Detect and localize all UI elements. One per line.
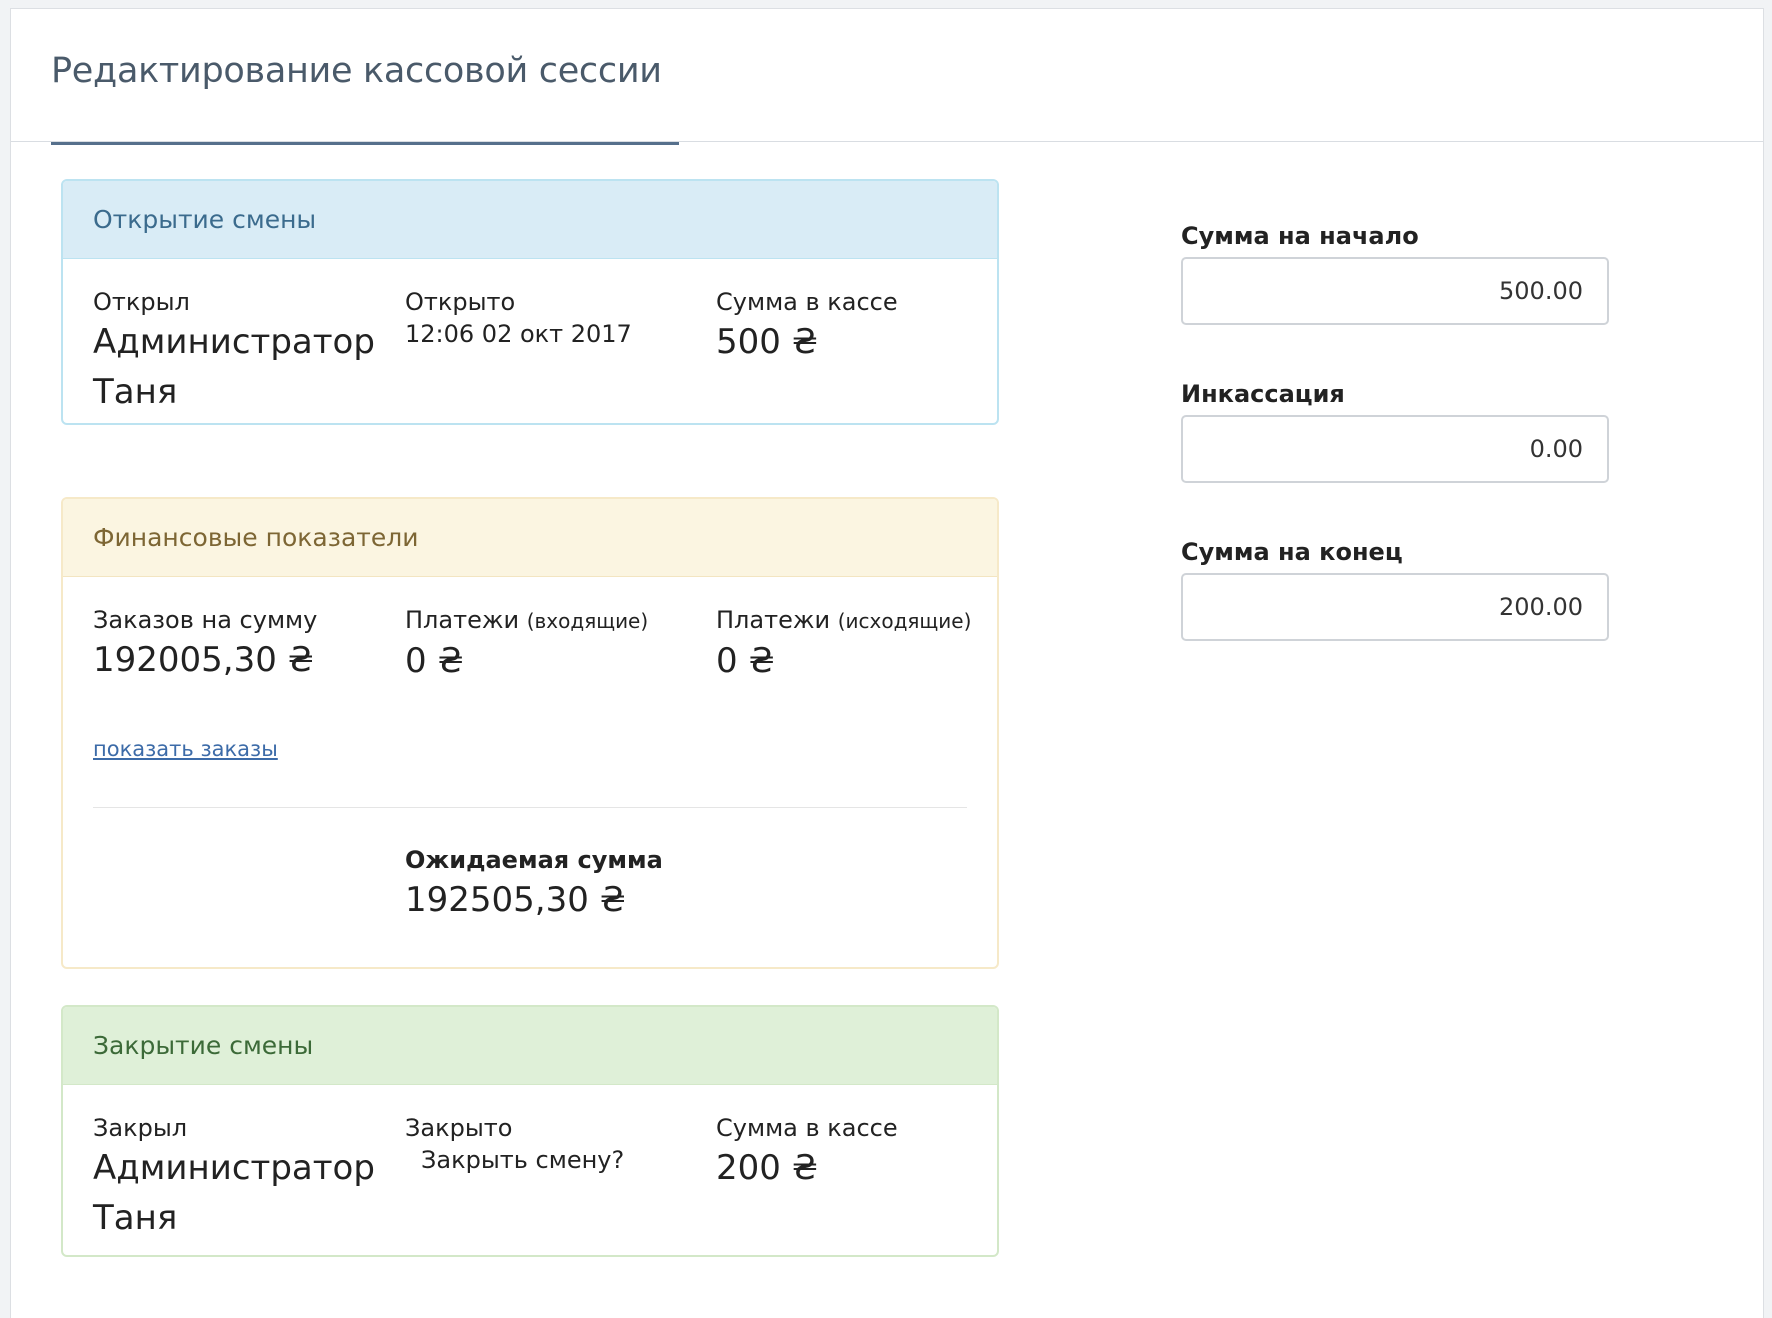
opening-panel: Открытие смены Открыл Администратор Таня… bbox=[61, 179, 999, 425]
show-orders-link[interactable]: показать заказы bbox=[93, 737, 278, 761]
financial-panel-heading: Финансовые показатели bbox=[63, 499, 997, 577]
opened-by-label: Открыл bbox=[93, 288, 190, 316]
opening-cash-block: Сумма в кассе 500 ₴ bbox=[716, 287, 898, 367]
collection-label: Инкассация bbox=[1181, 380, 1345, 408]
payments-in-value: 0 ₴ bbox=[405, 641, 464, 681]
closed-at-block: Закрыто Закрыть смену? bbox=[405, 1113, 624, 1177]
closing-cash-label: Сумма в кассе bbox=[716, 1114, 898, 1142]
opening-panel-heading: Открытие смены bbox=[63, 181, 997, 259]
collection-input[interactable] bbox=[1181, 415, 1609, 483]
payments-out-value: 0 ₴ bbox=[716, 641, 775, 681]
opened-at-value: 12:06 02 окт 2017 bbox=[405, 320, 632, 348]
orders-sum-block: Заказов на сумму 192005,30 ₴ bbox=[93, 605, 317, 685]
payments-out-block: Платежи (исходящие) 0 ₴ bbox=[716, 605, 971, 686]
opening-cash-label: Сумма в кассе bbox=[716, 288, 898, 316]
page-header: Редактирование кассовой сессии bbox=[11, 9, 1763, 142]
payments-out-label-row: Платежи (исходящие) bbox=[716, 605, 971, 636]
closed-by-block: Закрыл Администратор Таня bbox=[93, 1113, 375, 1243]
end-sum-label: Сумма на конец bbox=[1181, 538, 1403, 566]
financial-divider bbox=[93, 807, 967, 808]
payments-out-note: (исходящие) bbox=[837, 609, 972, 633]
end-sum-group: Сумма на конец bbox=[1181, 537, 1609, 641]
title-underline bbox=[51, 142, 679, 145]
closing-panel-heading: Закрытие смены bbox=[63, 1007, 997, 1085]
orders-sum-value: 192005,30 ₴ bbox=[93, 640, 314, 680]
start-sum-group: Сумма на начало bbox=[1181, 221, 1609, 325]
closed-at-label: Закрыто bbox=[405, 1114, 513, 1142]
closed-by-label: Закрыл bbox=[93, 1114, 188, 1142]
expected-sum-value: 192505,30 ₴ bbox=[405, 880, 626, 920]
expected-sum-block: Ожидаемая сумма 192505,30 ₴ bbox=[405, 845, 663, 925]
orders-sum-label: Заказов на сумму bbox=[93, 606, 318, 634]
collection-group: Инкассация bbox=[1181, 379, 1609, 483]
start-sum-input[interactable] bbox=[1181, 257, 1609, 325]
payments-in-label: Платежи bbox=[405, 606, 520, 634]
opening-cash-value: 500 ₴ bbox=[716, 322, 819, 362]
opened-by-block: Открыл Администратор Таня bbox=[93, 287, 375, 417]
closing-cash-block: Сумма в кассе 200 ₴ bbox=[716, 1113, 898, 1193]
opened-at-label: Открыто bbox=[405, 288, 516, 316]
payments-in-label-row: Платежи (входящие) bbox=[405, 605, 648, 636]
financial-panel: Финансовые показатели Заказов на сумму 1… bbox=[61, 497, 999, 969]
opened-by-value: Администратор Таня bbox=[93, 322, 375, 412]
closed-by-value: Администратор Таня bbox=[93, 1148, 375, 1238]
opened-at-block: Открыто 12:06 02 окт 2017 bbox=[405, 287, 632, 351]
expected-sum-label: Ожидаемая сумма bbox=[405, 846, 663, 874]
start-sum-label: Сумма на начало bbox=[1181, 222, 1419, 250]
payments-out-label: Платежи bbox=[716, 606, 831, 634]
page-title: Редактирование кассовой сессии bbox=[51, 51, 662, 91]
end-sum-input[interactable] bbox=[1181, 573, 1609, 641]
closing-panel: Закрытие смены Закрыл Администратор Таня… bbox=[61, 1005, 999, 1257]
page-container: Редактирование кассовой сессии Открытие … bbox=[10, 8, 1764, 1318]
closing-cash-value: 200 ₴ bbox=[716, 1148, 819, 1188]
payments-in-note: (входящие) bbox=[526, 609, 649, 633]
payments-in-block: Платежи (входящие) 0 ₴ bbox=[405, 605, 648, 686]
close-shift-prompt[interactable]: Закрыть смену? bbox=[405, 1143, 624, 1177]
